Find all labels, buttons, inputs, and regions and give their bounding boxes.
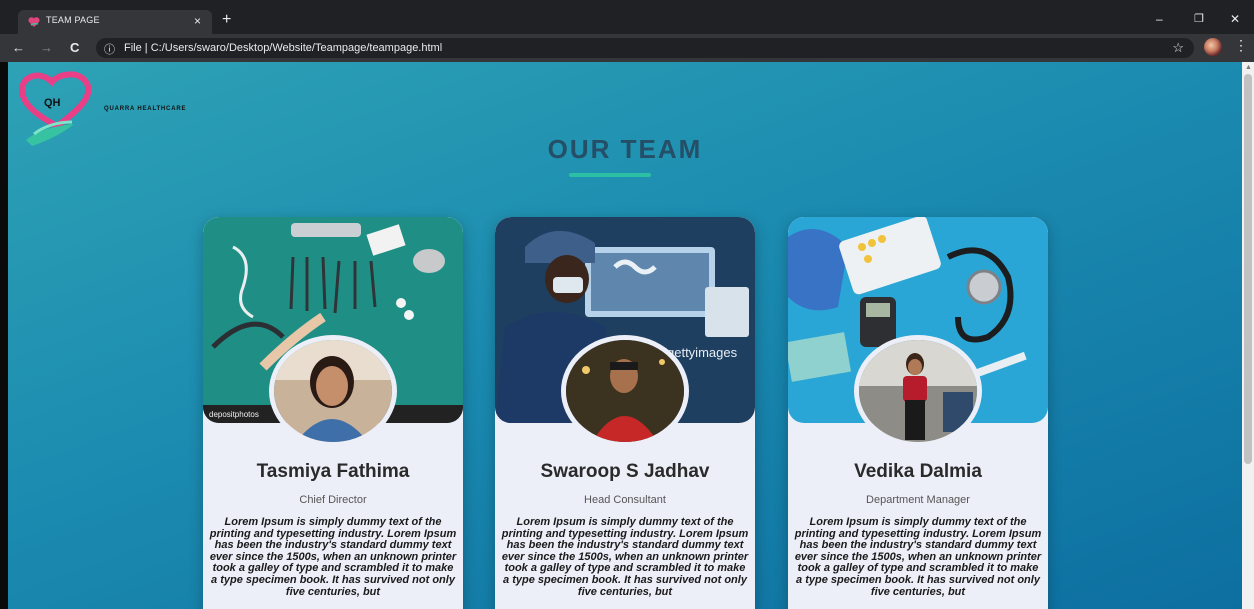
member-description: Lorem Ipsum is simply dummy text of the …: [501, 516, 749, 598]
member-role: Department Manager: [866, 494, 970, 506]
portrait-image: [566, 340, 684, 442]
member-description: Lorem Ipsum is simply dummy text of the …: [209, 516, 457, 598]
member-name: Vedika Dalmia: [854, 461, 982, 482]
url-path: C:/Users/swaro/Desktop/Website/Teampage/…: [150, 42, 443, 54]
member-name: Swaroop S Jadhav: [540, 461, 710, 482]
team-card-3: Vedika Dalmia Department Manager Lorem I…: [788, 217, 1048, 609]
back-icon[interactable]: ←: [12, 40, 25, 56]
team-page: QH QUARRA HEALTHCARE OUR TEAM depositpho…: [8, 62, 1242, 609]
member-description: Lorem Ipsum is simply dummy text of the …: [794, 516, 1042, 598]
reload-icon[interactable]: C: [70, 40, 79, 56]
browser-tab[interactable]: TEAM PAGE ×: [18, 10, 212, 34]
avatar: [561, 335, 689, 447]
minimize-icon[interactable]: –: [1156, 12, 1163, 26]
address-bar[interactable]: ⓘ File | C:/Users/swaro/Desktop/Website/…: [96, 38, 1194, 58]
cover-watermark: depositphotos: [209, 410, 259, 419]
page-scrollbar[interactable]: ▲: [1242, 62, 1254, 609]
profile-avatar[interactable]: [1204, 38, 1222, 56]
browser-chrome: TEAM PAGE × + – ❐ ✕ ← → C ⓘ File | C:/Us…: [0, 0, 1254, 62]
portrait-image: [859, 340, 977, 442]
member-role: Head Consultant: [584, 494, 666, 506]
logo-text: QH: [44, 97, 61, 109]
brand-name: QUARRA HEALTHCARE: [104, 106, 187, 112]
team-card-2: gettyimages Swaroop S Jadhav Head Consul…: [495, 217, 755, 609]
portrait-image: [274, 340, 392, 442]
forward-icon[interactable]: →: [40, 40, 53, 56]
cover-watermark: gettyimages: [667, 345, 738, 360]
url-scheme-label: File: [124, 42, 142, 54]
title-underline: [569, 173, 651, 177]
address-url[interactable]: File | C:/Users/swaro/Desktop/Website/Te…: [124, 42, 442, 54]
member-role: Chief Director: [299, 494, 367, 506]
menu-kebab-icon[interactable]: ⋮: [1234, 37, 1248, 54]
close-window-icon[interactable]: ✕: [1230, 12, 1240, 26]
restore-icon[interactable]: ❐: [1194, 12, 1204, 26]
heart-favicon-icon: [28, 17, 40, 27]
tab-close-icon[interactable]: ×: [194, 13, 201, 29]
new-tab-button[interactable]: +: [222, 10, 231, 30]
avatar: [854, 335, 982, 447]
member-name: Tasmiya Fathima: [256, 461, 410, 482]
bookmark-star-icon[interactable]: ☆: [1172, 40, 1184, 56]
team-card-1: depositphotos Tasmiya Fathima Chief Dire…: [203, 217, 463, 609]
scrollbar-thumb[interactable]: [1244, 74, 1252, 464]
tab-title: TEAM PAGE: [46, 15, 100, 25]
info-icon[interactable]: ⓘ: [104, 41, 115, 57]
avatar: [269, 335, 397, 447]
scroll-up-icon[interactable]: ▲: [1245, 64, 1252, 71]
tab-strip: TEAM PAGE × + – ❐ ✕: [0, 8, 1254, 34]
browser-toolbar: ← → C ⓘ File | C:/Users/swaro/Desktop/We…: [0, 34, 1254, 62]
page-title: OUR TEAM: [547, 134, 703, 164]
